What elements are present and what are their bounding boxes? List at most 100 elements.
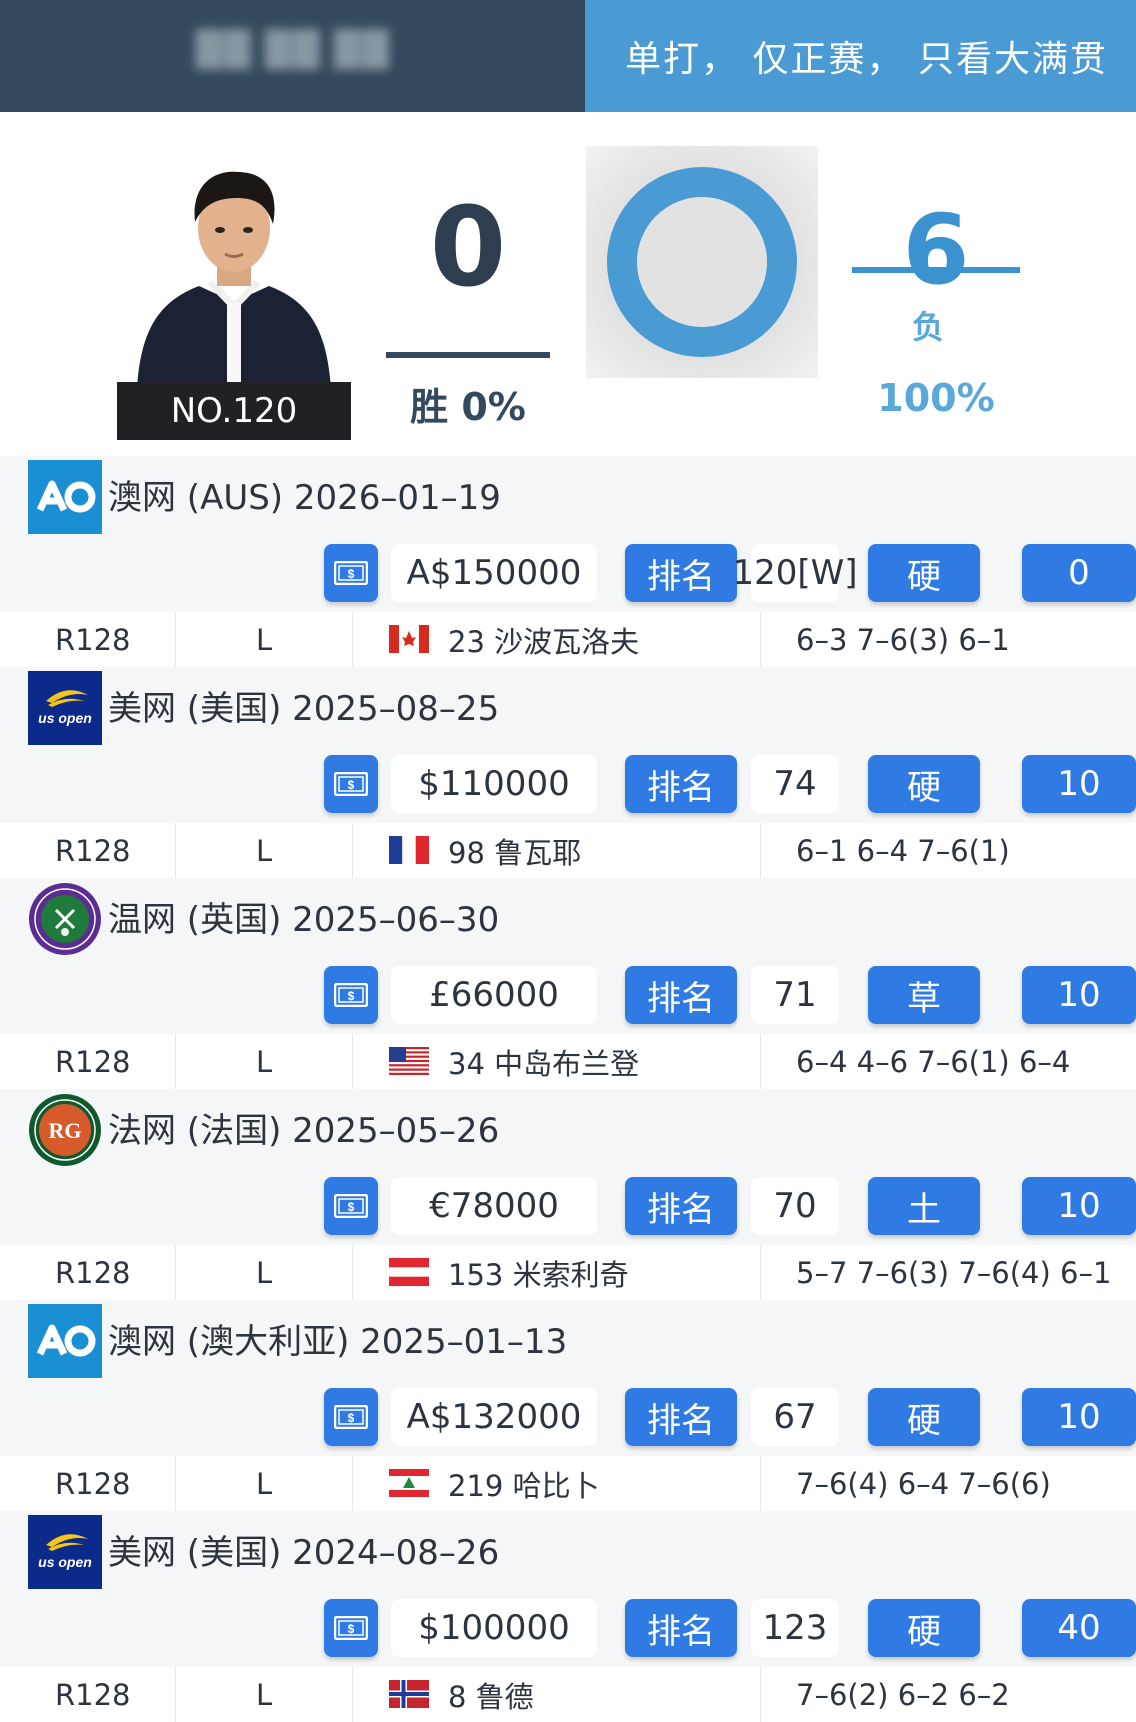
result-row[interactable]: R128 L 8 鲁德 7–6(2) 6–2 6–2	[0, 1667, 1136, 1722]
points-badge[interactable]: 10	[1022, 966, 1136, 1024]
opponent-cell[interactable]: 8 鲁德	[448, 1667, 534, 1722]
surface-badge[interactable]: 硬	[868, 544, 980, 602]
match-title-row: us open 美网 (美国) 2025–08–25	[0, 667, 1136, 745]
usopen-logo-icon: us open	[28, 671, 102, 745]
match-card[interactable]: us open 美网 (美国) 2024–08–26 $ $100000 排名 …	[0, 1511, 1136, 1722]
wimbledon-logo-icon	[28, 882, 102, 956]
roland-garros-logo-icon: RG	[28, 1093, 102, 1167]
divider	[760, 823, 761, 878]
opponent-cell[interactable]: 23 沙波瓦洛夫	[448, 612, 639, 667]
surface-badge[interactable]: 草	[868, 966, 980, 1024]
result-row[interactable]: R128 L 23 沙波瓦洛夫 6–3 7–6(3) 6–1	[0, 612, 1136, 667]
result-row[interactable]: R128 L 219 哈比卜 7–6(4) 6–4 7–6(6)	[0, 1456, 1136, 1511]
result-cell: L	[256, 1044, 273, 1079]
prize-money-icon[interactable]: $	[324, 1599, 378, 1657]
rank-value: 123	[751, 1599, 839, 1657]
points-badge[interactable]: 10	[1022, 1388, 1136, 1446]
opponent-cell[interactable]: 153 米索利奇	[448, 1245, 629, 1300]
tournament-title: 温网 (英国) 2025–06–30	[108, 900, 500, 940]
prize-money-icon[interactable]: $	[324, 1388, 378, 1446]
match-chips: $ €78000 排名 70 土 10	[0, 1177, 1136, 1239]
divider	[175, 1245, 176, 1300]
match-title-row: us open 美网 (美国) 2024–08–26	[0, 1511, 1136, 1589]
surface-badge[interactable]: 硬	[868, 1388, 980, 1446]
match-card[interactable]: 温网 (英国) 2025–06–30 $ £66000 排名 71 草 10 R…	[0, 878, 1136, 1089]
ao-logo-icon	[28, 1304, 102, 1378]
match-card[interactable]: RG 法网 (法国) 2025–05–26 $ €78000 排名 70 土 1…	[0, 1089, 1136, 1300]
round-cell: R128	[55, 833, 131, 868]
prize-money-icon[interactable]: $	[324, 755, 378, 813]
points-badge[interactable]: 40	[1022, 1599, 1136, 1657]
tournament-title: 美网 (美国) 2024–08–26	[108, 1533, 500, 1573]
svg-text:$: $	[348, 778, 355, 792]
usopen-logo-icon: us open	[28, 1515, 102, 1589]
usa-flag-icon	[389, 1047, 429, 1075]
rank-label-button[interactable]: 排名	[625, 544, 737, 602]
points-badge[interactable]: 10	[1022, 1177, 1136, 1235]
svg-text:$: $	[348, 1622, 355, 1636]
round-cell: R128	[55, 1466, 131, 1501]
divider	[760, 612, 761, 667]
points-badge[interactable]: 10	[1022, 755, 1136, 813]
wins-underline	[386, 352, 550, 358]
rank-value: 71	[751, 966, 839, 1024]
losses-percent: 100%	[877, 376, 995, 420]
surface-badge[interactable]: 硬	[868, 1599, 980, 1657]
norway-flag-icon	[389, 1680, 429, 1708]
rank-value: 67	[751, 1388, 839, 1446]
rank-badge: NO.120	[117, 382, 351, 440]
rank-value: 70	[751, 1177, 839, 1235]
rank-label-button[interactable]: 排名	[625, 1388, 737, 1446]
svg-text:RG: RG	[49, 1118, 82, 1143]
canada-flag-icon	[389, 625, 429, 653]
match-card[interactable]: 澳网 (AUS) 2026–01–19 $ A$150000 排名 120[W]…	[0, 456, 1136, 667]
opponent-cell[interactable]: 98 鲁瓦耶	[448, 823, 581, 878]
score-cell: 7–6(4) 6–4 7–6(6)	[796, 1466, 1051, 1501]
tournament-title: 澳网 (AUS) 2026–01–19	[108, 478, 501, 518]
wins-label: 胜 0%	[410, 385, 526, 429]
match-title-row: 澳网 (AUS) 2026–01–19	[0, 456, 1136, 534]
match-list: 澳网 (AUS) 2026–01–19 $ A$150000 排名 120[W]…	[0, 456, 1136, 1722]
surface-badge[interactable]: 硬	[868, 755, 980, 813]
prize-value: A$132000	[391, 1388, 597, 1446]
lebanon-flag-icon	[389, 1469, 429, 1497]
divider	[760, 1034, 761, 1089]
tournament-title: 美网 (美国) 2025–08–25	[108, 689, 500, 729]
match-chips: $ A$132000 排名 67 硬 10	[0, 1388, 1136, 1450]
match-card[interactable]: us open 美网 (美国) 2025–08–25 $ $110000 排名 …	[0, 667, 1136, 878]
result-row[interactable]: R128 L 34 中岛布兰登 6–4 4–6 7–6(1) 6–4	[0, 1034, 1136, 1089]
rank-label-button[interactable]: 排名	[625, 966, 737, 1024]
opponent-cell[interactable]: 34 中岛布兰登	[448, 1034, 639, 1089]
prize-value: A$150000	[391, 544, 597, 602]
filter-button[interactable]: 单打， 仅正赛， 只看大满贯	[585, 0, 1136, 112]
win-loss-donut-chart	[586, 146, 818, 378]
points-badge[interactable]: 0	[1022, 544, 1136, 602]
prize-money-icon[interactable]: $	[324, 1177, 378, 1235]
header-bar: ██ ██ ██ 单打， 仅正赛， 只看大满贯	[0, 0, 1136, 112]
match-title-row: 温网 (英国) 2025–06–30	[0, 878, 1136, 956]
match-title-row: RG 法网 (法国) 2025–05–26	[0, 1089, 1136, 1167]
result-cell: L	[256, 1677, 273, 1712]
prize-money-icon[interactable]: $	[324, 966, 378, 1024]
round-cell: R128	[55, 1044, 131, 1079]
losses-count: 6	[902, 194, 970, 306]
rank-label-button[interactable]: 排名	[625, 755, 737, 813]
result-row[interactable]: R128 L 98 鲁瓦耶 6–1 6–4 7–6(1)	[0, 823, 1136, 878]
divider	[352, 1667, 353, 1722]
match-chips: $ $100000 排名 123 硬 40	[0, 1599, 1136, 1661]
tournament-title: 法网 (法国) 2025–05–26	[108, 1111, 500, 1151]
divider	[352, 1456, 353, 1511]
match-card[interactable]: 澳网 (澳大利亚) 2025–01–13 $ A$132000 排名 67 硬 …	[0, 1300, 1136, 1511]
match-chips: $ A$150000 排名 120[W] 硬 0	[0, 544, 1136, 606]
donut-center	[638, 198, 766, 326]
result-cell: L	[256, 1466, 273, 1501]
surface-badge[interactable]: 土	[868, 1177, 980, 1235]
result-row[interactable]: R128 L 153 米索利奇 5–7 7–6(3) 7–6(4) 6–1	[0, 1245, 1136, 1300]
player-photo	[117, 152, 351, 495]
rank-label-button[interactable]: 排名	[625, 1599, 737, 1657]
rank-label-button[interactable]: 排名	[625, 1177, 737, 1235]
round-cell: R128	[55, 1677, 131, 1712]
opponent-cell[interactable]: 219 哈比卜	[448, 1456, 600, 1511]
svg-text:$: $	[348, 567, 355, 581]
prize-money-icon[interactable]: $	[324, 544, 378, 602]
